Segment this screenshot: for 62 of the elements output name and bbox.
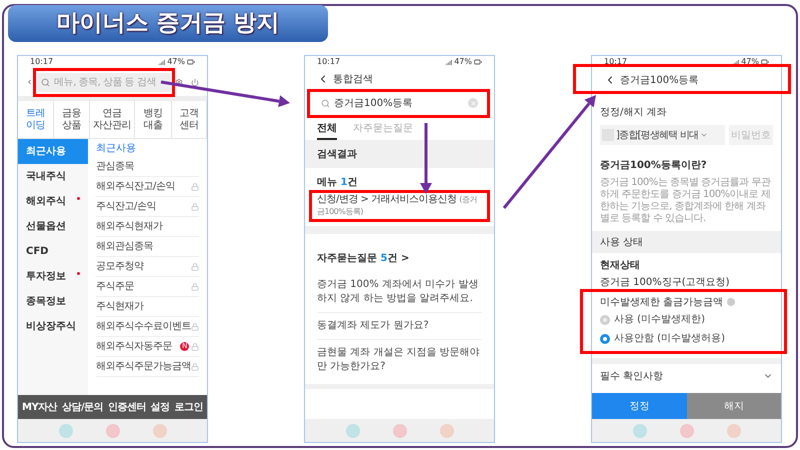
bottom-menu-link[interactable]: MY자산	[22, 400, 58, 414]
category-tab[interactable]: 고객 센터	[172, 101, 207, 138]
info-title: 증거금100%등록이란?	[600, 160, 707, 171]
field-label: 현재상태	[600, 258, 641, 272]
battery-level: 47%	[167, 56, 185, 68]
password-field[interactable]: 비밀번호	[729, 125, 773, 145]
menu-item[interactable]: 주식잔고/손익	[96, 197, 199, 217]
radio-option[interactable]: 사용 (미수발생제한)	[600, 310, 773, 329]
faq-question[interactable]: 동결계좌 제도가 뭔가요?	[317, 313, 482, 340]
field-label: 정정/해지 계좌	[600, 107, 667, 118]
menu-item[interactable]: 해외주식주문가능금액	[96, 357, 199, 377]
radio-option[interactable]: 사용안함 (미수발생허용)	[600, 329, 773, 348]
faq-question[interactable]: 금현물 계좌 개설은 지점을 방문해야만 가능한가요?	[317, 340, 482, 380]
category-menu-item[interactable]: 해외주식	[18, 189, 88, 214]
faq-heading[interactable]: 자주묻는질문 5건 >	[317, 253, 410, 264]
bottom-menu-link[interactable]: 설정	[150, 400, 170, 414]
menu-item[interactable]: 해외관심종목	[96, 237, 199, 257]
screen-title: 증거금100%등록	[620, 74, 699, 88]
account-select[interactable]: ]종합[평생혜택 비대	[600, 125, 725, 145]
category-tab[interactable]: 뱅킹 대출	[135, 101, 172, 138]
action-button[interactable]: 정정	[592, 393, 686, 419]
category-tab[interactable]: 트레 이딩	[18, 101, 54, 138]
menu-item[interactable]: 주식현재가	[96, 297, 199, 317]
category-tab[interactable]: 금융 상품	[54, 101, 90, 138]
menu-item[interactable]: 공모주청약	[96, 257, 199, 277]
field-label: 미수발생제한 출금가능금액	[600, 296, 724, 310]
category-menu-item[interactable]: 최근사용	[18, 139, 88, 164]
result-count: 메뉴 1건	[317, 176, 358, 190]
status-value: 증거금 100%징구(고객요청)	[600, 276, 731, 290]
search-result-link[interactable]: 신청/변경 > 거래서비스이용신청 (증거금100%등록)	[317, 194, 482, 218]
category-menu-item[interactable]: 비상장주식	[18, 314, 88, 339]
menu-item[interactable]: 주식주문	[96, 277, 199, 297]
battery-level: 47%	[741, 56, 759, 68]
menu-item[interactable]: 관심종목	[96, 157, 199, 177]
search-input[interactable]: 메뉴, 종목, 상품 등 검색	[54, 74, 168, 90]
menu-item[interactable]: 해외주식수수료이벤트	[96, 317, 199, 337]
category-tab[interactable]: 연금 자산관리	[90, 101, 135, 138]
section-title: 최근사용	[96, 142, 137, 156]
search-input[interactable]: 증거금100%등록	[334, 96, 464, 110]
info-description: 증거금 100%는 종목별 증거금률과 무관하게 주문한도를 증거금 100%이내로 제한하는 기능으로, 종합계좌에 한해 계좌별로 등록할 수 있습니다.	[600, 177, 772, 225]
status-time: 10:17	[604, 56, 628, 68]
category-menu-item[interactable]: 투자정보	[18, 264, 88, 289]
bottom-menu-link[interactable]: 로그인	[174, 400, 203, 414]
bottom-menu-link[interactable]: 상담/문의	[62, 400, 104, 414]
status-time: 10:17	[317, 56, 340, 68]
accordion-header[interactable]: 필수 확인사항	[592, 364, 781, 388]
status-time: 10:17	[30, 56, 54, 68]
screen-title: 통합검색	[333, 72, 373, 86]
search-field[interactable]: 증거금100%등록	[317, 93, 482, 113]
category-menu-item[interactable]: 종목정보	[18, 289, 88, 314]
menu-item[interactable]: 해외주식잔고/손익	[96, 177, 199, 197]
category-menu-item[interactable]: CFD	[18, 239, 88, 264]
slide-title: 마이너스 증거금 방지	[56, 9, 280, 38]
section-title: 사용 상태	[600, 236, 644, 250]
faq-question[interactable]: 증거금 100% 계좌에서 미수가 발생하지 않게 하는 방법을 알려주세요.	[317, 272, 482, 313]
category-menu-item[interactable]: 선물옵션	[18, 214, 88, 239]
battery-level: 47%	[454, 56, 472, 68]
category-menu-item[interactable]: 국내주식	[18, 164, 88, 189]
search-field[interactable]: 메뉴, 종목, 상품 등 검색	[37, 72, 172, 92]
section-title: 검색결과	[317, 148, 357, 162]
bottom-menu-link[interactable]: 인증센터	[108, 400, 146, 414]
menu-item[interactable]: 해외주식현재가	[96, 217, 199, 237]
